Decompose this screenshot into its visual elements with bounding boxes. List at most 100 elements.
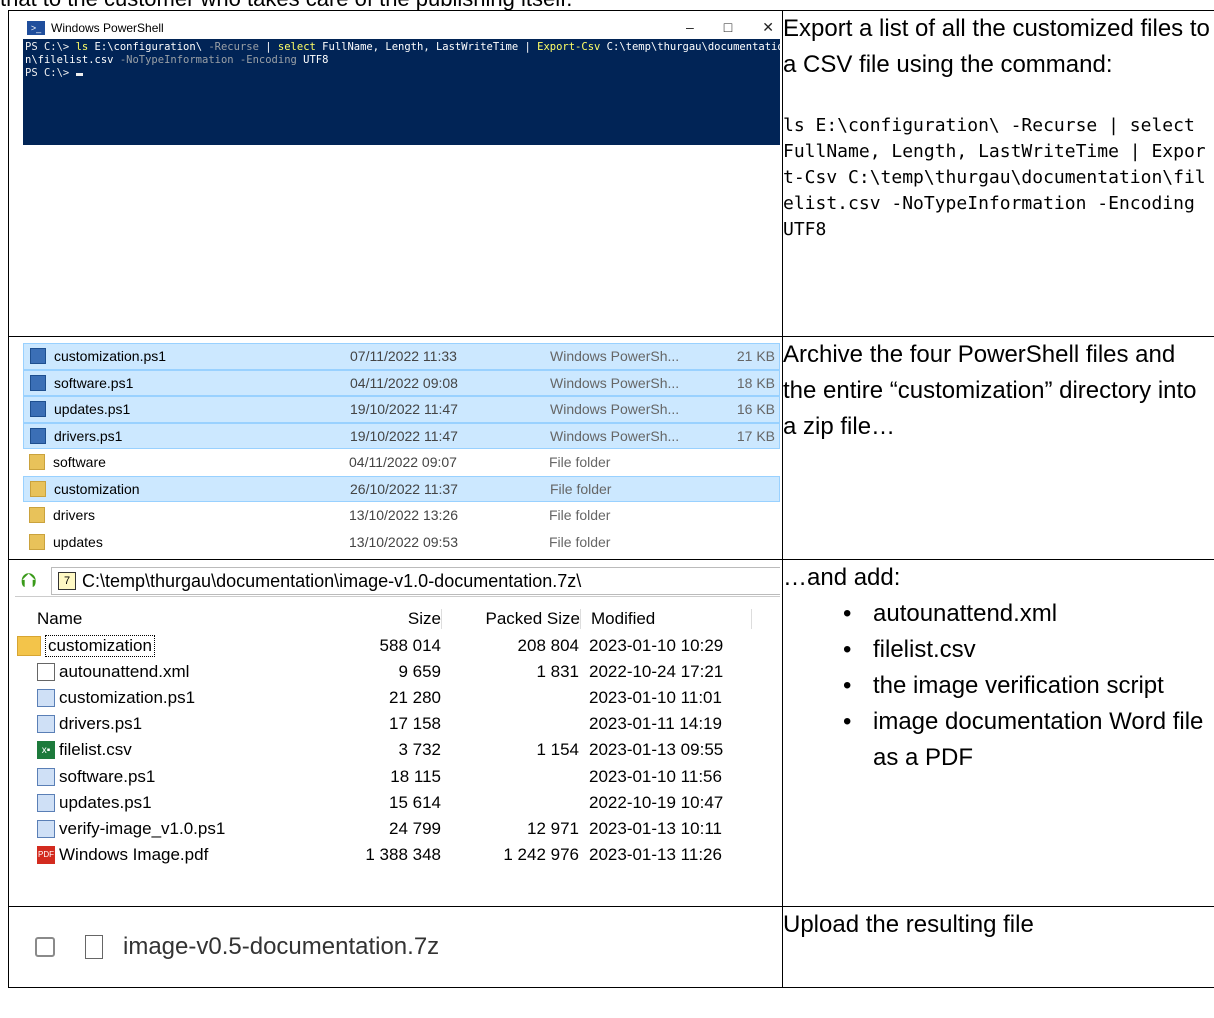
explorer-row[interactable]: drivers.ps1 19/10/2022 11:47 Windows Power… <box>23 422 780 449</box>
file-date: 26/10/2022 11:37 <box>350 480 458 497</box>
select-checkbox[interactable] <box>35 937 55 957</box>
powershell-title: Windows PowerShell <box>51 21 164 35</box>
upload-file-name[interactable]: image-v0.5-documentation.7z <box>123 933 439 961</box>
powershell-file-icon <box>30 348 46 365</box>
archive-file-name: customization <box>45 635 155 658</box>
archive-row[interactable]: PDF Windows Image.pdf 1 388 348 1 242 976 20… <box>15 842 780 868</box>
folder-icon <box>30 480 46 497</box>
file-icon <box>85 935 103 959</box>
file-type: File folder <box>550 480 612 497</box>
explorer-file-list: customization.ps1 07/11/2022 11:33 Windows… <box>23 343 780 555</box>
archive-file-name: customization.ps1 <box>59 688 196 708</box>
list-item: autounattend.xml <box>783 596 1214 632</box>
archive-row[interactable]: software.ps1 18 115 2023-01-10 11:56 <box>15 763 780 789</box>
archive-row[interactable]: updates.ps1 15 614 2022-10-19 10:47 <box>15 790 780 816</box>
archive-file-modified: 2023-01-13 11:26 <box>589 844 722 864</box>
step-upload-text: Upload the resulting file <box>783 911 1034 938</box>
archive-file-name: filelist.csv <box>59 740 132 760</box>
explorer-row[interactable]: updates.ps1 19/10/2022 11:47 Windows Power… <box>23 396 780 423</box>
powershell-file-icon <box>30 427 46 444</box>
add-file-list: autounattend.xml filelist.csv the image … <box>783 596 1214 776</box>
explorer-row[interactable]: software 04/11/2022 09:07 File folder <box>23 449 780 476</box>
sevenzip-address-bar: ⮉ 7 C:\temp\thurgau\documentation\image-… <box>15 566 780 597</box>
header-name[interactable]: Name <box>15 609 315 629</box>
step-add-text: …and add: <box>783 564 901 591</box>
file-date: 04/11/2022 09:08 <box>350 374 458 391</box>
folder-icon <box>17 636 41 657</box>
explorer-row[interactable]: updates 13/10/2022 09:53 File folder <box>23 529 780 556</box>
folder-icon <box>29 507 45 524</box>
file-name: drivers.ps1 <box>54 427 123 444</box>
archive-row[interactable]: x▪ filelist.csv 3 732 1 154 2023-01-13 09:55 <box>15 737 780 763</box>
file-size: 17 KB <box>736 427 775 444</box>
close-icon[interactable]: ✕ <box>762 19 774 36</box>
header-packed-size[interactable]: Packed Size <box>441 609 580 629</box>
archive-file-packed: 1 242 976 <box>503 844 579 864</box>
step-export-command: ls E:\configuration\ -Recurse | select F… <box>783 115 1206 240</box>
archive-file-packed: 1 154 <box>536 740 579 760</box>
step-row-add: ⮉ 7 C:\temp\thurgau\documentation\image-… <box>8 559 1214 907</box>
file-type: File folder <box>549 454 611 471</box>
archive-file-packed: 12 971 <box>527 818 579 838</box>
archive-file-name: autounattend.xml <box>59 662 190 682</box>
minimize-icon[interactable]: – <box>686 19 694 36</box>
archive-file-size: 18 115 <box>390 766 441 786</box>
archive-icon: 7 <box>58 572 76 590</box>
archive-file-modified: 2023-01-13 10:11 <box>589 818 722 838</box>
explorer-row[interactable]: customization 26/10/2022 11:37 File folder <box>23 475 780 502</box>
upload-file-row[interactable]: image-v0.5-documentation.7z <box>9 907 782 987</box>
step-row-archive: customization.ps1 07/11/2022 11:33 Windows… <box>8 336 1214 560</box>
file-name: updates <box>53 533 103 550</box>
powershell-icon: >_ <box>27 21 45 35</box>
archive-file-size: 17 158 <box>389 714 441 734</box>
archive-row[interactable]: customization.ps1 21 280 2023-01-10 11:01 <box>15 685 780 711</box>
archive-file-size: 588 014 <box>379 636 441 656</box>
header-size[interactable]: Size <box>315 609 441 629</box>
explorer-row[interactable]: customization.ps1 07/11/2022 11:33 Windows… <box>23 343 780 370</box>
sevenzip-file-list: Name Size Packed Size Modified customiza… <box>15 605 780 868</box>
archive-file-modified: 2023-01-10 10:29 <box>589 636 724 656</box>
file-date: 19/10/2022 11:47 <box>350 401 458 418</box>
archive-file-size: 24 799 <box>389 818 441 838</box>
maximize-icon[interactable]: □ <box>724 19 732 36</box>
step-export-text: Export a list of all the customized file… <box>783 15 1210 78</box>
archive-row[interactable]: customization 588 014 208 804 2023-01-10 10… <box>15 633 780 659</box>
folder-icon <box>29 533 45 550</box>
archive-file-packed: 208 804 <box>517 636 579 656</box>
archive-file-size: 3 732 <box>398 740 441 760</box>
archive-row[interactable]: verify-image_v1.0.ps1 24 799 12 971 2023-01… <box>15 816 780 842</box>
archive-row[interactable]: drivers.ps1 17 158 2023-01-11 14:19 <box>15 711 780 737</box>
archive-file-modified: 2023-01-11 14:19 <box>589 714 722 734</box>
file-type: File folder <box>549 507 611 524</box>
archive-file-name: updates.ps1 <box>59 792 152 812</box>
explorer-row[interactable]: software.ps1 04/11/2022 09:08 Windows Powe… <box>23 369 780 396</box>
header-modified[interactable]: Modified <box>580 609 752 629</box>
file-type: Windows PowerSh... <box>550 401 680 418</box>
archive-path[interactable]: C:\temp\thurgau\documentation\image-v1.0… <box>82 571 581 592</box>
archive-file-modified: 2022-10-24 17:21 <box>589 662 724 682</box>
powershell-file-icon <box>30 374 46 391</box>
powershell-console[interactable]: PS C:\> ls E:\configuration\ -Recurse | … <box>23 39 780 82</box>
powershell-file-icon <box>37 793 55 812</box>
file-name: customization <box>54 480 140 497</box>
document-icon <box>37 663 55 682</box>
archive-file-size: 9 659 <box>398 662 441 682</box>
file-date: 19/10/2022 11:47 <box>350 427 458 444</box>
console-cursor <box>75 73 83 76</box>
up-folder-icon[interactable]: ⮉ <box>21 571 41 591</box>
folder-icon <box>29 454 45 471</box>
file-name: customization.ps1 <box>54 348 167 365</box>
powershell-file-icon <box>37 689 55 708</box>
explorer-row[interactable]: drivers 13/10/2022 13:26 File folder <box>23 502 780 529</box>
file-type: File folder <box>549 533 611 550</box>
excel-icon: x▪ <box>37 741 55 760</box>
archive-file-size: 15 614 <box>389 792 441 812</box>
file-name: updates.ps1 <box>54 401 131 418</box>
archive-file-size: 21 280 <box>389 688 441 708</box>
file-name: software <box>53 454 106 471</box>
archive-row[interactable]: autounattend.xml 9 659 1 831 2022-10-24 17:… <box>15 659 780 685</box>
step-row-export: >_ Windows PowerShell – □ ✕ PS C:\> ls E… <box>8 10 1214 337</box>
file-type: Windows PowerSh... <box>550 348 680 365</box>
file-date: 07/11/2022 11:33 <box>350 348 457 365</box>
archive-file-name: drivers.ps1 <box>59 714 143 734</box>
